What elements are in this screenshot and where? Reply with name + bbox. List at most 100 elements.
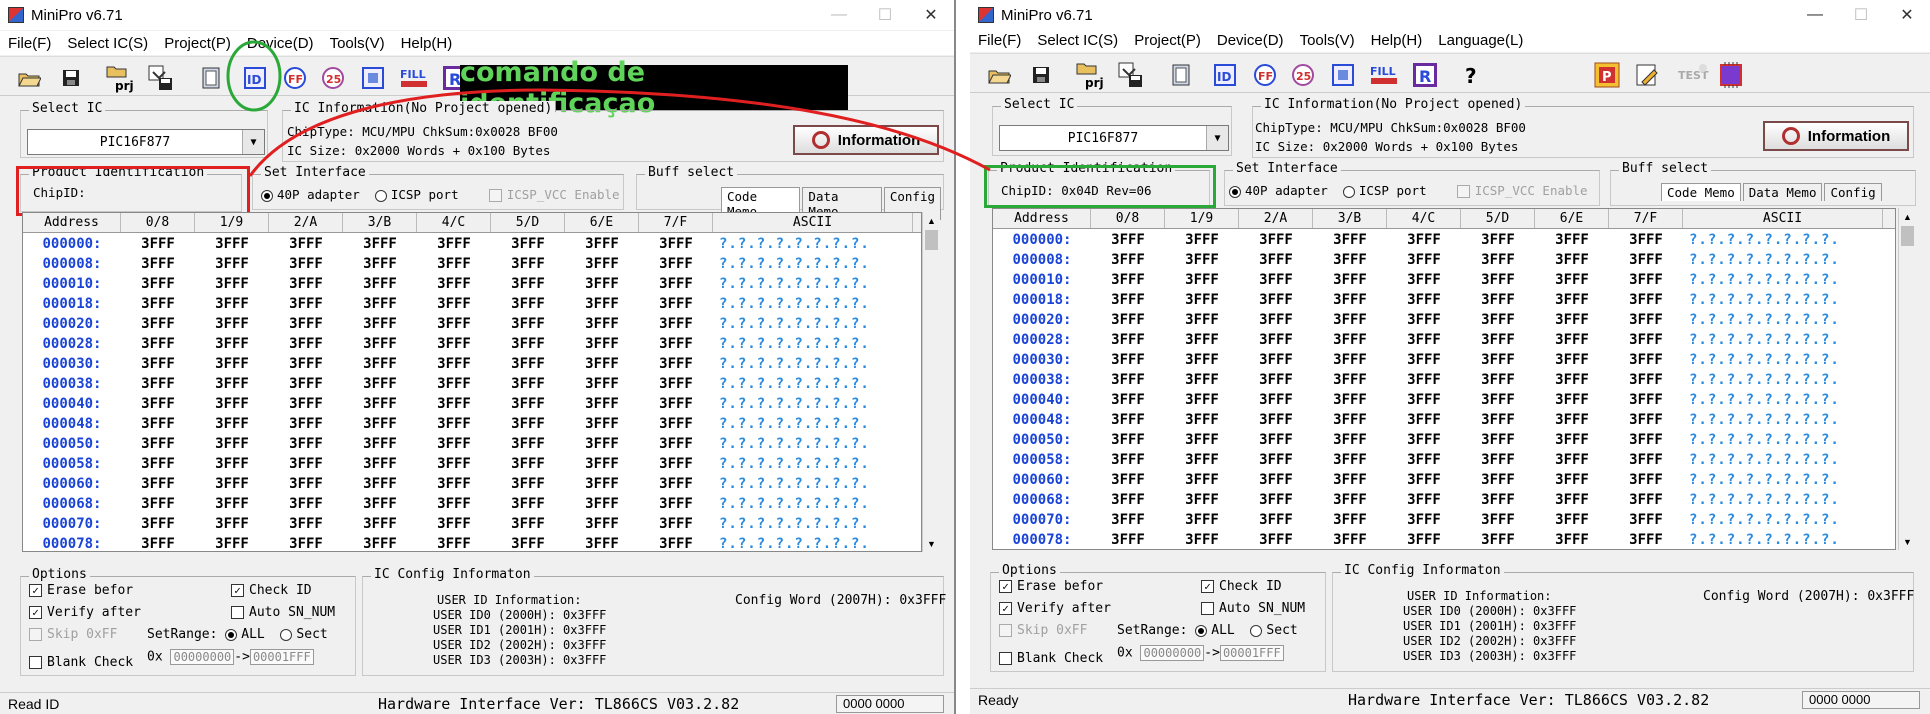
hex-cell[interactable]: 3FFF — [121, 376, 195, 392]
hex-cell[interactable]: 3FFF — [565, 316, 639, 332]
hex-cell[interactable]: 3FFF — [1535, 252, 1609, 268]
hex-cell[interactable]: 3FFF — [1165, 432, 1239, 448]
hex-cell[interactable]: 3FFF — [639, 336, 713, 352]
hex-cell[interactable]: 3FFF — [491, 516, 565, 532]
ascii-cell[interactable]: ?.?.?.?.?.?.?.?. — [1683, 352, 1883, 368]
hex-cell[interactable]: 3FFF — [269, 276, 343, 292]
hex-cell[interactable]: 3FFF — [491, 436, 565, 452]
hex-cell[interactable]: 3FFF — [1535, 432, 1609, 448]
menu-select-ic[interactable]: Select IC(S) — [1029, 32, 1126, 49]
ascii-cell[interactable]: ?.?.?.?.?.?.?.?. — [713, 536, 913, 551]
hex-cell[interactable]: 3FFF — [1239, 392, 1313, 408]
hex-cell[interactable]: 3FFF — [417, 536, 491, 551]
hex-cell[interactable]: 3FFF — [1239, 372, 1313, 388]
hex-cell[interactable]: 3FFF — [1609, 252, 1683, 268]
check-id-checkbox[interactable]: ✓ — [1201, 580, 1214, 593]
ascii-cell[interactable]: ?.?.?.?.?.?.?.?. — [1683, 252, 1883, 268]
menu-tools[interactable]: Tools(V) — [322, 35, 393, 52]
program-icon[interactable] — [358, 63, 388, 93]
hex-cell[interactable]: 3FFF — [565, 376, 639, 392]
hex-cell[interactable]: 3FFF — [491, 236, 565, 252]
hex-cell[interactable]: 3FFF — [121, 296, 195, 312]
erase-fill-icon[interactable]: FF — [280, 63, 310, 93]
hex-cell[interactable]: 3FFF — [1091, 512, 1165, 528]
hex-cell[interactable]: 3FFF — [1461, 232, 1535, 248]
maximize-button[interactable]: ☐ — [862, 0, 908, 30]
hex-cell[interactable]: 3FFF — [195, 236, 269, 252]
hex-cell[interactable]: 3FFF — [1165, 452, 1239, 468]
hex-cell[interactable]: 3FFF — [1165, 312, 1239, 328]
hex-cell[interactable]: 3FFF — [565, 396, 639, 412]
erase-before-checkbox[interactable]: ✓ — [999, 580, 1012, 593]
hex-cell[interactable]: 3FFF — [121, 316, 195, 332]
hex-cell[interactable]: 3FFF — [269, 516, 343, 532]
ascii-cell[interactable]: ?.?.?.?.?.?.?.?. — [713, 476, 913, 492]
ascii-cell[interactable]: ?.?.?.?.?.?.?.?. — [1683, 372, 1883, 388]
hex-cell[interactable]: 3FFF — [491, 396, 565, 412]
hex-cell[interactable]: 3FFF — [269, 476, 343, 492]
hex-cell[interactable]: 3FFF — [491, 336, 565, 352]
vertical-scrollbar[interactable]: ▲ ▼ — [922, 212, 940, 552]
hex-cell[interactable]: 3FFF — [1313, 532, 1387, 548]
hex-cell[interactable]: 3FFF — [1313, 512, 1387, 528]
hex-cell[interactable]: 3FFF — [1461, 292, 1535, 308]
hex-grid[interactable]: Address 0/8 1/9 2/A 3/B 4/C 5/D 6/E 7/F ASCII 0000… — [22, 212, 922, 552]
hex-cell[interactable]: 3FFF — [1313, 372, 1387, 388]
hex-cell[interactable]: 3FFF — [639, 256, 713, 272]
hex-cell[interactable]: 3FFF — [1461, 332, 1535, 348]
help-icon[interactable]: ? — [1456, 60, 1486, 90]
hex-cell[interactable]: 3FFF — [417, 396, 491, 412]
menu-device[interactable]: Device(D) — [239, 35, 322, 52]
hex-cell[interactable]: 3FFF — [491, 256, 565, 272]
range-all-radio[interactable] — [1195, 624, 1208, 637]
information-button[interactable]: Information — [1763, 121, 1909, 151]
hex-cell[interactable]: 3FFF — [565, 516, 639, 532]
hex-cell[interactable]: 3FFF — [121, 276, 195, 292]
ascii-cell[interactable]: ?.?.?.?.?.?.?.?. — [1683, 232, 1883, 248]
hex-cell[interactable]: 3FFF — [343, 496, 417, 512]
hex-cell[interactable]: 3FFF — [1387, 252, 1461, 268]
fill-icon[interactable]: FILL — [398, 63, 432, 93]
hex-cell[interactable]: 3FFF — [1535, 292, 1609, 308]
hex-cell[interactable]: 3FFF — [343, 456, 417, 472]
hex-cell[interactable]: 3FFF — [417, 256, 491, 272]
column-header[interactable]: 6/E — [1535, 209, 1609, 228]
hex-cell[interactable]: 3FFF — [491, 356, 565, 372]
range-sect-radio[interactable] — [280, 628, 293, 641]
column-header[interactable]: 5/D — [1461, 209, 1535, 228]
column-header[interactable]: 0/8 — [1091, 209, 1165, 228]
hex-cell[interactable]: 3FFF — [417, 476, 491, 492]
ascii-cell[interactable]: ?.?.?.?.?.?.?.?. — [1683, 472, 1883, 488]
hex-cell[interactable]: 3FFF — [1239, 332, 1313, 348]
hex-cell[interactable]: 3FFF — [1387, 272, 1461, 288]
hex-cell[interactable]: 3FFF — [343, 416, 417, 432]
ascii-cell[interactable]: ?.?.?.?.?.?.?.?. — [1683, 512, 1883, 528]
hex-cell[interactable]: 3FFF — [1091, 252, 1165, 268]
ascii-cell[interactable]: ?.?.?.?.?.?.?.?. — [1683, 332, 1883, 348]
hex-cell[interactable]: 3FFF — [1387, 432, 1461, 448]
maximize-button[interactable]: ☐ — [1838, 0, 1884, 30]
hex-cell[interactable]: 3FFF — [121, 416, 195, 432]
hex-cell[interactable]: 3FFF — [1091, 352, 1165, 368]
scroll-down-icon[interactable]: ▼ — [1899, 533, 1916, 550]
chip-red-icon[interactable]: P — [1592, 60, 1622, 90]
hex-cell[interactable]: 3FFF — [195, 356, 269, 372]
column-header[interactable]: 1/9 — [195, 213, 269, 232]
save-icon[interactable] — [1026, 60, 1056, 90]
blank-check-icon[interactable]: 25 — [318, 63, 348, 93]
hex-cell[interactable]: 3FFF — [1461, 312, 1535, 328]
project-icon[interactable]: prj — [104, 63, 140, 93]
ascii-cell[interactable]: ?.?.?.?.?.?.?.?. — [713, 436, 913, 452]
ascii-cell[interactable]: ?.?.?.?.?.?.?.?. — [1683, 432, 1883, 448]
hex-cell[interactable]: 3FFF — [1609, 352, 1683, 368]
hex-cell[interactable]: 3FFF — [1165, 232, 1239, 248]
hex-cell[interactable]: 3FFF — [269, 536, 343, 551]
ascii-cell[interactable]: ?.?.?.?.?.?.?.?. — [713, 236, 913, 252]
hex-cell[interactable]: 3FFF — [1535, 272, 1609, 288]
hex-cell[interactable]: 3FFF — [1609, 232, 1683, 248]
hex-cell[interactable]: 3FFF — [343, 256, 417, 272]
hex-cell[interactable]: 3FFF — [1461, 452, 1535, 468]
hex-cell[interactable]: 3FFF — [1239, 512, 1313, 528]
hex-cell[interactable]: 3FFF — [639, 296, 713, 312]
erase-fill-icon[interactable]: FF — [1250, 60, 1280, 90]
